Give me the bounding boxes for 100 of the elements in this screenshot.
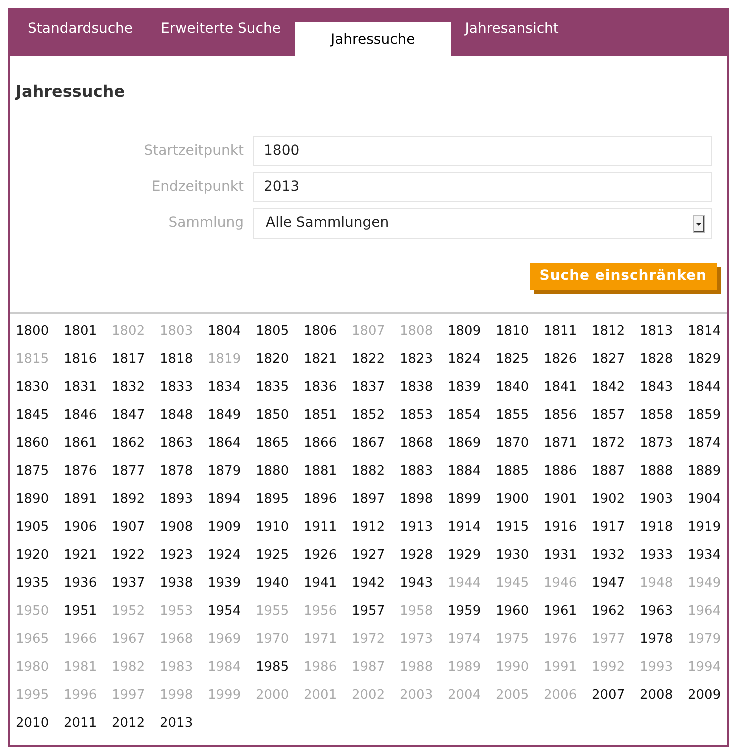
year-link[interactable]: 1806 [304, 318, 352, 346]
year-link[interactable]: 1848 [160, 402, 208, 430]
year-link[interactable]: 1850 [256, 402, 304, 430]
year-link[interactable]: 1910 [256, 514, 304, 542]
year-link[interactable]: 1908 [160, 514, 208, 542]
year-link[interactable]: 1818 [160, 346, 208, 374]
year-link[interactable]: 1866 [304, 430, 352, 458]
year-link[interactable]: 1893 [160, 486, 208, 514]
year-link[interactable]: 1878 [160, 458, 208, 486]
year-link[interactable]: 1827 [592, 346, 640, 374]
year-link[interactable]: 1911 [304, 514, 352, 542]
year-link[interactable]: 1900 [496, 486, 544, 514]
year-link[interactable]: 1853 [400, 402, 448, 430]
year-link[interactable]: 1810 [496, 318, 544, 346]
year-link[interactable]: 1963 [640, 598, 688, 626]
tab[interactable]: Jahressuche [294, 22, 452, 56]
year-link[interactable]: 1832 [112, 374, 160, 402]
year-link[interactable]: 1899 [448, 486, 496, 514]
year-link[interactable]: 1876 [64, 458, 112, 486]
year-link[interactable]: 1892 [112, 486, 160, 514]
year-link[interactable]: 1921 [64, 542, 112, 570]
year-link[interactable]: 1889 [688, 458, 736, 486]
year-link[interactable]: 2012 [112, 710, 160, 738]
year-link[interactable]: 1830 [16, 374, 64, 402]
year-link[interactable]: 1856 [544, 402, 592, 430]
year-link[interactable]: 1816 [64, 346, 112, 374]
year-link[interactable]: 1959 [448, 598, 496, 626]
year-link[interactable]: 1826 [544, 346, 592, 374]
year-link[interactable]: 1865 [256, 430, 304, 458]
year-link[interactable]: 1962 [592, 598, 640, 626]
year-link[interactable]: 1834 [208, 374, 256, 402]
year-link[interactable]: 1859 [688, 402, 736, 430]
year-link[interactable]: 1825 [496, 346, 544, 374]
year-link[interactable]: 1836 [304, 374, 352, 402]
tab[interactable]: Jahresansicht [451, 10, 573, 56]
year-link[interactable]: 1881 [304, 458, 352, 486]
year-link[interactable]: 1854 [448, 402, 496, 430]
year-link[interactable]: 1821 [304, 346, 352, 374]
year-link[interactable]: 1857 [592, 402, 640, 430]
year-link[interactable]: 1811 [544, 318, 592, 346]
year-link[interactable]: 1936 [64, 570, 112, 598]
year-link[interactable]: 2013 [160, 710, 208, 738]
year-link[interactable]: 1985 [256, 654, 304, 682]
year-link[interactable]: 1960 [496, 598, 544, 626]
year-link[interactable]: 1906 [64, 514, 112, 542]
year-link[interactable]: 1909 [208, 514, 256, 542]
tab[interactable]: Standardsuche [14, 10, 148, 56]
year-link[interactable]: 1920 [16, 542, 64, 570]
year-link[interactable]: 1924 [208, 542, 256, 570]
year-link[interactable]: 1824 [448, 346, 496, 374]
year-link[interactable]: 1831 [64, 374, 112, 402]
year-link[interactable]: 1904 [688, 486, 736, 514]
year-link[interactable]: 2011 [64, 710, 112, 738]
year-link[interactable]: 1822 [352, 346, 400, 374]
year-link[interactable]: 1877 [112, 458, 160, 486]
year-link[interactable]: 1852 [352, 402, 400, 430]
year-link[interactable]: 1957 [352, 598, 400, 626]
year-link[interactable]: 1855 [496, 402, 544, 430]
year-link[interactable]: 1823 [400, 346, 448, 374]
year-link[interactable]: 1872 [592, 430, 640, 458]
year-link[interactable]: 1882 [352, 458, 400, 486]
year-link[interactable]: 1817 [112, 346, 160, 374]
year-link[interactable]: 1954 [208, 598, 256, 626]
year-link[interactable]: 1903 [640, 486, 688, 514]
year-link[interactable]: 1871 [544, 430, 592, 458]
year-link[interactable]: 1914 [448, 514, 496, 542]
year-link[interactable]: 1931 [544, 542, 592, 570]
year-link[interactable]: 1937 [112, 570, 160, 598]
input-field[interactable]: 1800 [253, 136, 712, 166]
year-link[interactable]: 1840 [496, 374, 544, 402]
year-link[interactable]: 1927 [352, 542, 400, 570]
year-link[interactable]: 1947 [592, 570, 640, 598]
year-link[interactable]: 1847 [112, 402, 160, 430]
year-link[interactable]: 1869 [448, 430, 496, 458]
year-link[interactable]: 1886 [544, 458, 592, 486]
year-link[interactable]: 1891 [64, 486, 112, 514]
year-link[interactable]: 1940 [256, 570, 304, 598]
input-field[interactable]: 2013 [253, 172, 712, 202]
year-link[interactable]: 1951 [64, 598, 112, 626]
year-link[interactable]: 1844 [688, 374, 736, 402]
year-link[interactable]: 1839 [448, 374, 496, 402]
year-link[interactable]: 1905 [16, 514, 64, 542]
collection-select[interactable]: Alle Sammlungen [253, 208, 712, 239]
year-link[interactable]: 1864 [208, 430, 256, 458]
year-link[interactable]: 1902 [592, 486, 640, 514]
year-link[interactable]: 1820 [256, 346, 304, 374]
year-link[interactable]: 1890 [16, 486, 64, 514]
year-link[interactable]: 1800 [16, 318, 64, 346]
year-link[interactable]: 1863 [160, 430, 208, 458]
year-link[interactable]: 1870 [496, 430, 544, 458]
year-link[interactable]: 1880 [256, 458, 304, 486]
year-link[interactable]: 1846 [64, 402, 112, 430]
year-link[interactable]: 1868 [400, 430, 448, 458]
year-link[interactable]: 1841 [544, 374, 592, 402]
year-link[interactable]: 1801 [64, 318, 112, 346]
year-link[interactable]: 1873 [640, 430, 688, 458]
year-link[interactable]: 1813 [640, 318, 688, 346]
year-link[interactable]: 1875 [16, 458, 64, 486]
year-link[interactable]: 1867 [352, 430, 400, 458]
year-link[interactable]: 1883 [400, 458, 448, 486]
